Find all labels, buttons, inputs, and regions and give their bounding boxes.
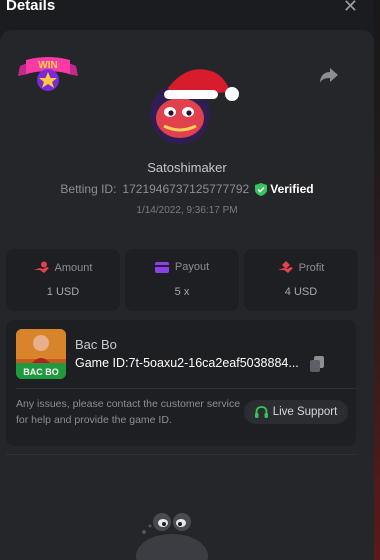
section-divider	[6, 454, 356, 455]
game-thumbnail-image: BAC BO	[16, 329, 66, 379]
game-thumbnail[interactable]: BAC BO	[16, 329, 66, 379]
betting-id-row: Betting ID: 1721946737125777792 Verified	[0, 182, 374, 196]
stat-amount-value: 1 USD	[46, 286, 80, 298]
live-support-button[interactable]: Live Support	[244, 400, 348, 424]
share-icon[interactable]	[318, 64, 340, 86]
crocodile-mascot-icon	[136, 513, 208, 560]
game-info-box: BAC BO Bac Bo Game ID:7t-5oaxu2-16ca2eaf…	[6, 320, 356, 446]
avatar	[150, 69, 239, 144]
username: Satoshimaker	[147, 160, 227, 175]
bet-datetime: 1/14/2022, 9:36:17 PM	[136, 205, 238, 216]
stat-payout-value: 5 x	[174, 286, 190, 298]
stat-amount-label: Amount	[54, 261, 93, 274]
hand-coins-icon	[33, 261, 49, 273]
win-badge-text: WIN	[38, 60, 57, 71]
game-name: Bac Bo	[75, 337, 117, 352]
game-thumbnail-text: BAC BO	[23, 367, 59, 377]
win-badge-icon: WIN	[18, 57, 78, 91]
shield-check-icon	[255, 182, 268, 196]
stat-profit-label: Profit	[298, 261, 325, 274]
stat-payout-label: Payout	[174, 261, 210, 273]
verified-badge: Verified	[255, 182, 314, 196]
live-support-label: Live Support	[272, 406, 338, 418]
verified-label: Verified	[270, 182, 314, 196]
stat-profit: Profit 4 USD	[244, 249, 358, 311]
header-bar: Details ✕	[0, 0, 380, 30]
stat-profit-value: 4 USD	[284, 286, 318, 298]
game-id: Game ID:7t-5oaxu2-16ca2eaf5038884...	[75, 356, 299, 370]
betting-id-value: 1721946737125777792	[122, 182, 250, 196]
background-edge	[374, 0, 380, 560]
close-icon[interactable]: ✕	[343, 0, 358, 17]
hand-money-icon	[277, 261, 293, 273]
support-instructions: Any issues, please contact the customer …	[16, 398, 241, 426]
stat-amount: Amount 1 USD	[6, 249, 120, 311]
game-id-label: Game ID:	[75, 356, 129, 370]
copy-icon[interactable]	[310, 356, 324, 372]
betting-id-label: Betting ID:	[60, 182, 117, 196]
divider	[16, 388, 356, 389]
card-icon	[154, 261, 169, 273]
stat-payout: Payout 5 x	[125, 249, 239, 311]
game-id-value: 7t-5oaxu2-16ca2eaf5038884...	[128, 356, 299, 370]
page-title: Details	[6, 0, 56, 14]
headset-icon	[254, 405, 268, 418]
